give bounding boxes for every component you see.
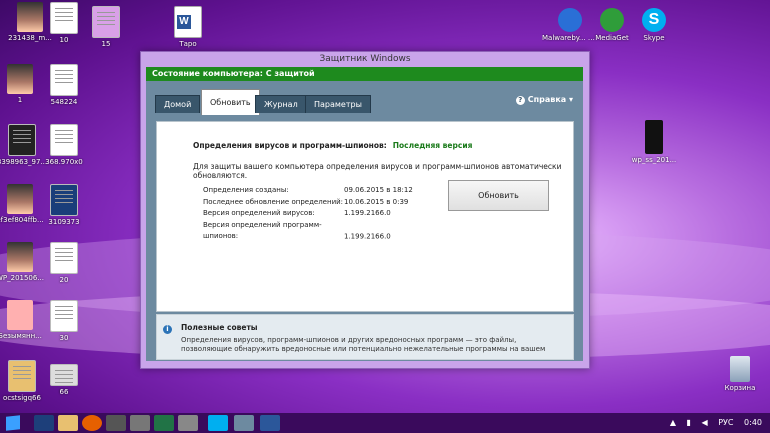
desktop-icon[interactable]: W Таро (160, 6, 216, 48)
volume-icon[interactable]: ◀ (701, 418, 707, 427)
tab-home[interactable]: Домой (155, 95, 201, 113)
image-file-icon (92, 6, 120, 38)
image-file-icon (7, 300, 33, 330)
tab-history[interactable]: Журнал (255, 95, 307, 113)
taskbar-app-icon[interactable] (106, 415, 126, 431)
image-file-icon (645, 120, 663, 154)
skype-icon: S (642, 8, 666, 32)
taskbar-firefox-icon[interactable] (82, 415, 102, 431)
word-document-icon: W (174, 6, 202, 38)
tips-text: Определения вирусов, программ-шпионов и … (181, 336, 546, 356)
tab-settings[interactable]: Параметры (305, 95, 371, 113)
taskbar-app-icon[interactable] (178, 415, 198, 431)
folder-icon (8, 360, 36, 392)
taskbar-excel-icon[interactable] (154, 415, 174, 431)
system-tray: ▲ ▮ ◀ РУС 0:40 (662, 413, 762, 433)
taskbar-defender-icon[interactable] (234, 415, 254, 431)
document-icon (50, 2, 78, 34)
info-row: Последнее обновление определений:10.06.2… (203, 197, 409, 206)
desktop-icon-skype[interactable]: S Skype (626, 8, 682, 42)
desktop-icon[interactable]: 548224 (36, 64, 92, 106)
image-file-icon (7, 64, 33, 94)
help-icon: ? (515, 96, 525, 105)
document-icon (50, 242, 78, 274)
info-row: Определения созданы: 09.06.2015 в 18:12 (203, 186, 413, 194)
recycle-bin-icon (730, 356, 750, 382)
desktop-icon[interactable]: wp_ss_201... (626, 120, 682, 164)
taskbar-ie-icon[interactable] (34, 415, 54, 431)
content-area: Определения вирусов и программ-шпионов: П… (146, 115, 583, 361)
malwarebytes-icon (558, 8, 582, 32)
image-file-icon (7, 184, 33, 214)
desktop-icon[interactable]: 368.970x0 (36, 124, 92, 166)
help-menu[interactable]: ? Справка ▾ (515, 95, 573, 105)
desktop-icon[interactable]: 20 (36, 242, 92, 284)
taskbar-app-icon[interactable] (130, 415, 150, 431)
tab-update[interactable]: Обновить (201, 89, 260, 115)
window-title: Защитник Windows (319, 54, 411, 64)
defender-window[interactable]: Защитник Windows Состояние компьютера: С… (140, 51, 590, 369)
image-file-icon (7, 242, 33, 272)
update-button[interactable]: Обновить (448, 180, 549, 211)
windows-start-icon[interactable] (6, 415, 20, 431)
desktop-icon[interactable]: 15 (78, 6, 134, 48)
document-icon (50, 300, 78, 332)
protection-status-bar: Состояние компьютера: С защитой (146, 67, 583, 81)
update-panel: Определения вирусов и программ-шпионов: П… (156, 121, 574, 312)
desktop-icon[interactable]: 66 (36, 364, 92, 396)
mediaget-icon (600, 8, 624, 32)
clock[interactable]: 0:40 (744, 418, 762, 427)
language-indicator[interactable]: РУС (718, 418, 733, 427)
desktop-icon-recycle-bin[interactable]: Корзина (712, 356, 768, 392)
tips-box: i Полезные советы Определения вирусов, п… (156, 314, 574, 360)
info-icon: i (163, 325, 172, 334)
info-row: Версия определений вирусов: 1.199.2166.0 (203, 209, 391, 217)
taskbar-word-icon[interactable] (260, 415, 280, 431)
definitions-status: Последняя версия (392, 141, 473, 150)
desktop-icon[interactable]: 30 (36, 300, 92, 342)
update-description: Для защиты вашего компьютера определения… (193, 162, 562, 180)
taskbar-explorer-icon[interactable] (58, 415, 78, 431)
definitions-info: Определения созданы: 09.06.2015 в 18:12 П… (203, 185, 413, 243)
taskbar: ▲ ▮ ◀ РУС 0:40 (0, 413, 770, 433)
document-icon (50, 64, 78, 96)
image-file-icon (50, 184, 78, 216)
info-row: Версия определений программ-шпионов: 1.19… (203, 220, 391, 241)
image-file-icon (50, 364, 78, 386)
image-file-icon (8, 124, 36, 156)
taskbar-skype-icon[interactable] (208, 415, 228, 431)
network-icon[interactable]: ▮ (687, 418, 691, 427)
tray-up-arrow-icon[interactable]: ▲ (670, 418, 676, 427)
image-file-icon (50, 124, 78, 156)
desktop-icon[interactable]: 3109373 (36, 184, 92, 226)
definitions-heading: Определения вирусов и программ-шпионов: П… (193, 141, 473, 150)
tips-title: Полезные советы (181, 323, 258, 332)
tab-bar: Домой Обновить Журнал Параметры ? Справка… (146, 81, 583, 115)
